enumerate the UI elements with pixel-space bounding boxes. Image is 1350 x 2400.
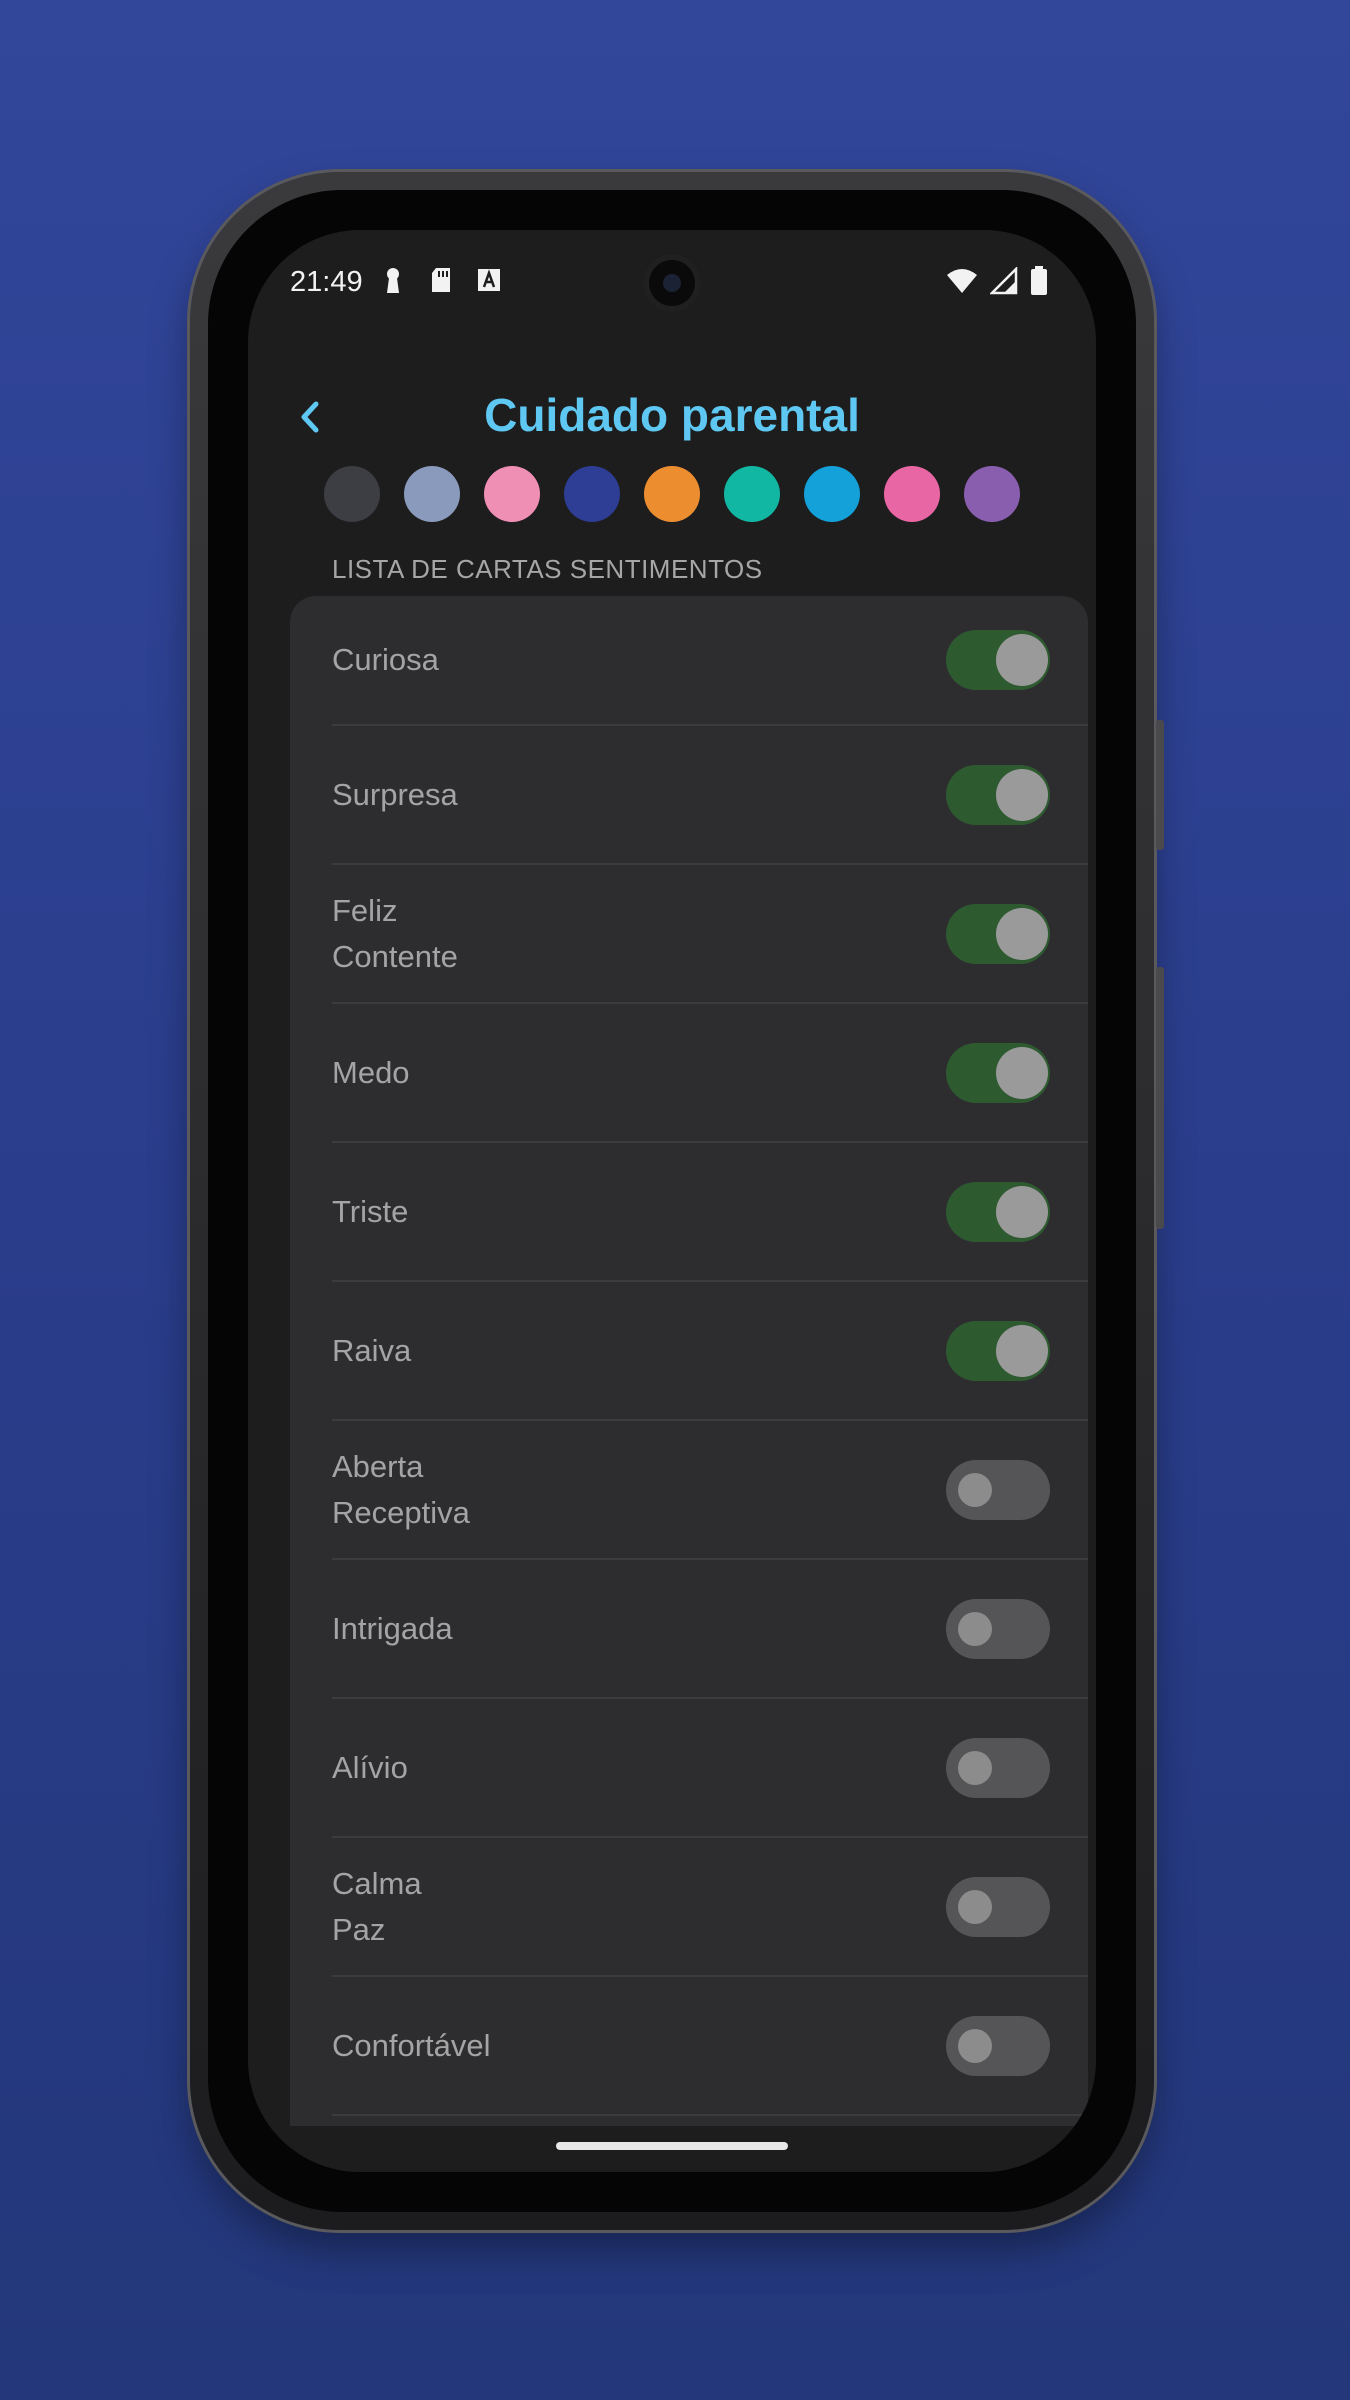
feeling-row[interactable]: Alívio (332, 1699, 1088, 1838)
toggle-knob (958, 1472, 992, 1507)
feeling-row[interactable]: Surpresa (332, 726, 1088, 865)
feeling-toggle[interactable] (946, 1320, 1050, 1381)
color-swatch[interactable] (884, 466, 940, 522)
feeling-toggle[interactable] (946, 1042, 1050, 1103)
toggle-knob (996, 1185, 1048, 1238)
toggle-knob (996, 1324, 1048, 1377)
feeling-toggle[interactable] (946, 1876, 1050, 1937)
feeling-row[interactable] (332, 2116, 1088, 2126)
toggle-knob (958, 1750, 992, 1785)
color-palette (248, 466, 1096, 522)
color-swatch[interactable] (724, 466, 780, 522)
feeling-row[interactable]: Intrigada (332, 1560, 1088, 1699)
feeling-row[interactable]: Curiosa (332, 596, 1088, 726)
toggle-knob (996, 768, 1048, 821)
toggle-knob (958, 2028, 992, 2063)
feeling-row[interactable]: Confortável (332, 1977, 1088, 2116)
feeling-label: Surpresa (332, 776, 458, 812)
feeling-row[interactable]: Feliz Contente (332, 865, 1088, 1004)
toggle-knob (996, 907, 1048, 960)
feeling-toggle[interactable] (946, 2015, 1050, 2076)
volume-button (1156, 720, 1164, 850)
color-swatch[interactable] (404, 466, 460, 522)
color-swatch[interactable] (324, 466, 380, 522)
battery-icon (1031, 266, 1047, 295)
feelings-list: Curiosa Surpresa Feliz Contente Medo Triste R… (290, 596, 1088, 2126)
header: Cuidado parental (248, 380, 1096, 460)
home-indicator[interactable] (556, 2142, 788, 2150)
feeling-label: Triste (332, 1193, 409, 1229)
feeling-label: Confortável (332, 2027, 491, 2063)
feeling-label: Curiosa (332, 642, 439, 677)
feeling-toggle[interactable] (946, 903, 1050, 964)
feeling-label: Medo (332, 1054, 410, 1090)
status-icons-left (380, 266, 502, 294)
feeling-label: Calma Paz (332, 1865, 422, 1947)
feeling-row[interactable]: Calma Paz (332, 1838, 1088, 1977)
feeling-row[interactable]: Triste (332, 1143, 1088, 1282)
feeling-toggle[interactable] (946, 630, 1050, 690)
status-icons-right (946, 266, 1048, 296)
power-button (1156, 967, 1164, 1229)
signal-icon (990, 267, 1018, 295)
phone-frame: 21:49 Cuidado parental LISTA DE CARTAS S… (190, 172, 1164, 2230)
wifi-icon (947, 269, 977, 293)
feeling-toggle[interactable] (946, 1181, 1050, 1242)
font-a-icon (478, 269, 500, 291)
toggle-knob (958, 1889, 992, 1924)
keyhole-icon (387, 268, 399, 293)
feeling-label: Raiva (332, 1332, 412, 1368)
status-bar: 21:49 (248, 230, 1096, 330)
phone-bezel: 21:49 Cuidado parental LISTA DE CARTAS S… (208, 190, 1136, 2212)
color-swatch[interactable] (964, 466, 1020, 522)
sd-card-icon (432, 268, 450, 292)
feeling-row[interactable]: Raiva (332, 1282, 1088, 1421)
feeling-label: Feliz Contente (332, 892, 458, 974)
feeling-toggle[interactable] (946, 1459, 1050, 1520)
color-swatch[interactable] (484, 466, 540, 522)
toggle-knob (958, 1611, 992, 1646)
status-time: 21:49 (290, 266, 363, 298)
color-swatch[interactable] (644, 466, 700, 522)
feeling-toggle[interactable] (946, 764, 1050, 825)
front-camera (643, 254, 701, 312)
page-title: Cuidado parental (484, 389, 860, 441)
toggle-knob (996, 634, 1048, 686)
color-swatch[interactable] (564, 466, 620, 522)
feeling-label: Intrigada (332, 1610, 453, 1646)
feeling-row[interactable]: Aberta Receptiva (332, 1421, 1088, 1560)
color-swatch[interactable] (804, 466, 860, 522)
feeling-label: Alívio (332, 1749, 408, 1785)
feeling-label: Aberta Receptiva (332, 1448, 470, 1530)
feeling-toggle[interactable] (946, 1737, 1050, 1798)
toggle-knob (996, 1046, 1048, 1099)
feeling-row[interactable]: Medo (332, 1004, 1088, 1143)
screen: 21:49 Cuidado parental LISTA DE CARTAS S… (248, 230, 1096, 2172)
feeling-toggle[interactable] (946, 1598, 1050, 1659)
section-label: LISTA DE CARTAS SENTIMENTOS (332, 554, 763, 584)
